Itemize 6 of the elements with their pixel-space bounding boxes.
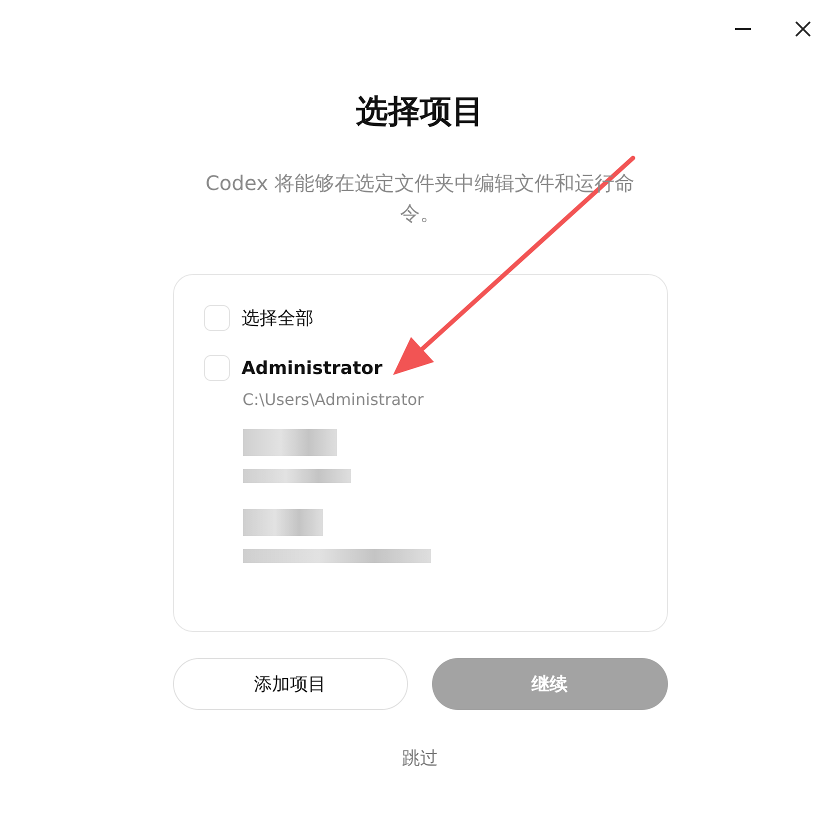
select-all-label: 选择全部	[242, 307, 314, 330]
dialog-title: 选择项目	[356, 91, 484, 132]
folder-path: C:\Users\Administrator	[242, 390, 425, 409]
skip-link[interactable]: 跳过	[402, 746, 438, 770]
add-project-button[interactable]: 添加项目	[172, 658, 408, 710]
folder-name: Administrator	[242, 358, 382, 378]
